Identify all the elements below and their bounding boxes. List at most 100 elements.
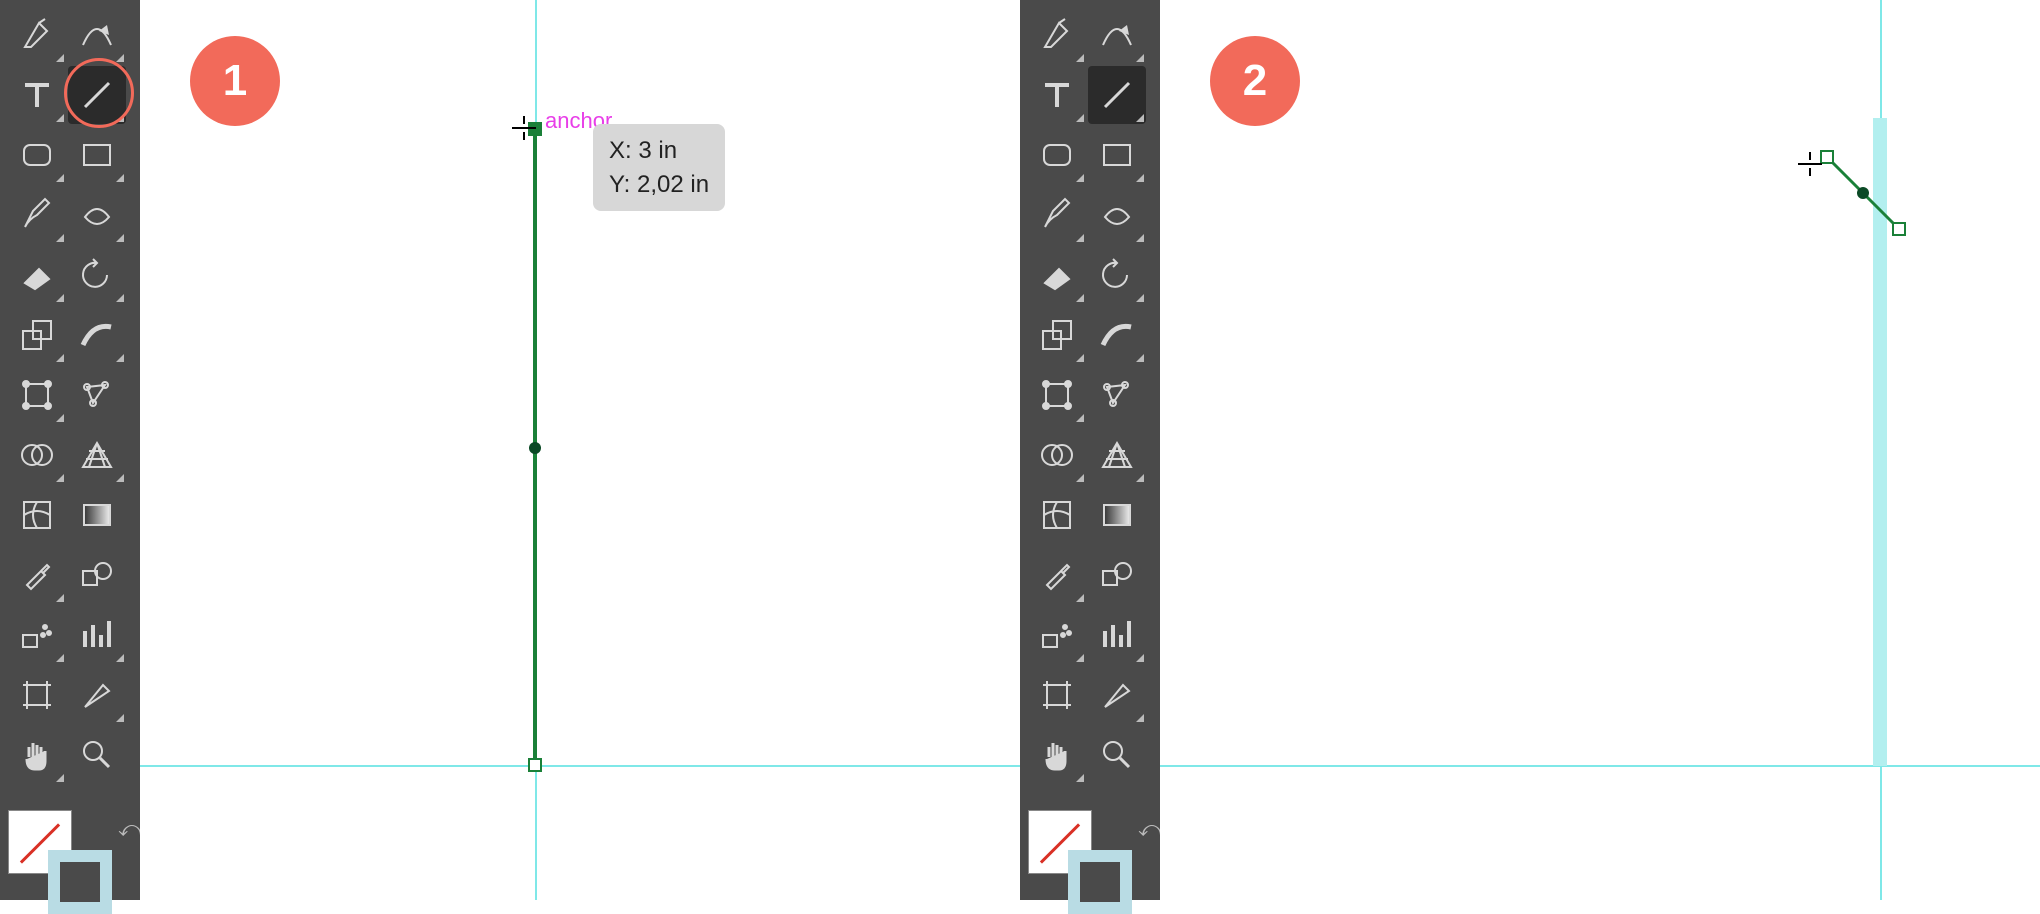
column-graph-icon bbox=[1099, 617, 1135, 653]
free-transform-icon bbox=[19, 377, 55, 413]
artboard-tool[interactable] bbox=[1028, 666, 1086, 724]
free-transform-icon bbox=[1039, 377, 1075, 413]
rectangle-icon bbox=[1099, 137, 1135, 173]
shaper-icon bbox=[79, 197, 115, 233]
type-tool[interactable] bbox=[1028, 66, 1086, 124]
step-badge: 1 bbox=[190, 36, 280, 126]
shape-builder-tool[interactable] bbox=[8, 426, 66, 484]
eyedropper-tool[interactable] bbox=[8, 546, 66, 604]
blend-tool[interactable] bbox=[1088, 546, 1146, 604]
eyedropper-tool[interactable] bbox=[1028, 546, 1086, 604]
eraser-icon bbox=[19, 257, 55, 293]
blend-tool[interactable] bbox=[68, 546, 126, 604]
anchor-start[interactable] bbox=[528, 122, 542, 136]
line-segment-tool[interactable] bbox=[68, 66, 126, 124]
swap-fill-stroke-icon[interactable]: ⤺ bbox=[118, 816, 142, 842]
paintbrush-icon bbox=[19, 197, 55, 233]
step-badge: 2 bbox=[1210, 36, 1300, 126]
rectangle-tool[interactable] bbox=[68, 126, 126, 184]
type-icon bbox=[1039, 77, 1075, 113]
mesh-icon bbox=[1039, 497, 1075, 533]
gradient-tool[interactable] bbox=[68, 486, 126, 544]
curvature-icon bbox=[1099, 17, 1135, 53]
tooltip-x: X: 3 in bbox=[609, 134, 709, 168]
color-swatch-area: ⤺ bbox=[1028, 810, 1148, 900]
perspective-grid-icon bbox=[1099, 437, 1135, 473]
tools-panel: ⤺ bbox=[1020, 0, 1160, 900]
zoom-tool[interactable] bbox=[1088, 726, 1146, 784]
symbol-sprayer-tool[interactable] bbox=[8, 606, 66, 664]
hand-tool[interactable] bbox=[8, 726, 66, 784]
type-icon bbox=[19, 77, 55, 113]
free-transform-tool[interactable] bbox=[1028, 366, 1086, 424]
anchor-start[interactable] bbox=[1820, 150, 1834, 164]
curvature-tool[interactable] bbox=[1088, 6, 1146, 64]
gradient-tool[interactable] bbox=[1088, 486, 1146, 544]
scale-tool[interactable] bbox=[8, 306, 66, 364]
rounded-rectangle-tool[interactable] bbox=[1028, 126, 1086, 184]
shaper-tool[interactable] bbox=[1088, 186, 1146, 244]
shape-builder-icon bbox=[1039, 437, 1075, 473]
rounded-rectangle-tool[interactable] bbox=[8, 126, 66, 184]
horizontal-guide bbox=[1160, 765, 2040, 767]
blend-icon bbox=[1099, 557, 1135, 593]
artboard-icon bbox=[19, 677, 55, 713]
paintbrush-tool[interactable] bbox=[1028, 186, 1086, 244]
swap-fill-stroke-icon[interactable]: ⤺ bbox=[1138, 816, 1162, 842]
width-tool[interactable] bbox=[68, 306, 126, 364]
hand-icon bbox=[1039, 737, 1075, 773]
paintbrush-tool[interactable] bbox=[8, 186, 66, 244]
puppet-warp-tool[interactable] bbox=[68, 366, 126, 424]
mesh-tool[interactable] bbox=[1028, 486, 1086, 544]
artboard-tool[interactable] bbox=[8, 666, 66, 724]
anchor-end[interactable] bbox=[1892, 222, 1906, 236]
pen-tool[interactable] bbox=[1028, 6, 1086, 64]
eraser-tool[interactable] bbox=[1028, 246, 1086, 304]
rotate-tool[interactable] bbox=[68, 246, 126, 304]
slice-tool[interactable] bbox=[1088, 666, 1146, 724]
rotate-tool[interactable] bbox=[1088, 246, 1146, 304]
slice-icon bbox=[79, 677, 115, 713]
scale-icon bbox=[1039, 317, 1075, 353]
puppet-warp-tool[interactable] bbox=[1088, 366, 1146, 424]
canvas-area[interactable]: anchor X: 3 in Y: 2,02 in bbox=[140, 0, 1020, 900]
scale-tool[interactable] bbox=[1028, 306, 1086, 364]
canvas-area[interactable] bbox=[1160, 0, 2040, 900]
symbol-sprayer-tool[interactable] bbox=[1028, 606, 1086, 664]
free-transform-tool[interactable] bbox=[8, 366, 66, 424]
width-icon bbox=[79, 317, 115, 353]
line-segment-tool[interactable] bbox=[1088, 66, 1146, 124]
rectangle-icon bbox=[79, 137, 115, 173]
curvature-tool[interactable] bbox=[68, 6, 126, 64]
perspective-grid-tool[interactable] bbox=[68, 426, 126, 484]
zoom-tool[interactable] bbox=[68, 726, 126, 784]
perspective-grid-tool[interactable] bbox=[1088, 426, 1146, 484]
column-graph-tool[interactable] bbox=[1088, 606, 1146, 664]
stroke-swatch[interactable] bbox=[48, 850, 112, 914]
hand-tool[interactable] bbox=[1028, 726, 1086, 784]
anchor-midpoint bbox=[529, 442, 541, 454]
stroke-swatch[interactable] bbox=[1068, 850, 1132, 914]
eraser-tool[interactable] bbox=[8, 246, 66, 304]
pen-tool[interactable] bbox=[8, 6, 66, 64]
step-panel-2: ⤺ 2 bbox=[1020, 0, 2040, 900]
rectangle-tool[interactable] bbox=[1088, 126, 1146, 184]
shaper-tool[interactable] bbox=[68, 186, 126, 244]
rotate-icon bbox=[79, 257, 115, 293]
shape-builder-tool[interactable] bbox=[1028, 426, 1086, 484]
gradient-icon bbox=[79, 497, 115, 533]
anchor-end[interactable] bbox=[528, 758, 542, 772]
width-tool[interactable] bbox=[1088, 306, 1146, 364]
mesh-tool[interactable] bbox=[8, 486, 66, 544]
width-icon bbox=[1099, 317, 1135, 353]
type-tool[interactable] bbox=[8, 66, 66, 124]
eyedropper-icon bbox=[19, 557, 55, 593]
artboard-icon bbox=[1039, 677, 1075, 713]
puppet-warp-icon bbox=[1099, 377, 1135, 413]
column-graph-tool[interactable] bbox=[68, 606, 126, 664]
paintbrush-icon bbox=[1039, 197, 1075, 233]
step-panel-1: ⤺ anchor X: 3 in Y: 2,02 in 1 bbox=[0, 0, 1020, 900]
anchor-midpoint bbox=[1857, 187, 1869, 199]
slice-tool[interactable] bbox=[68, 666, 126, 724]
symbol-sprayer-icon bbox=[1039, 617, 1075, 653]
